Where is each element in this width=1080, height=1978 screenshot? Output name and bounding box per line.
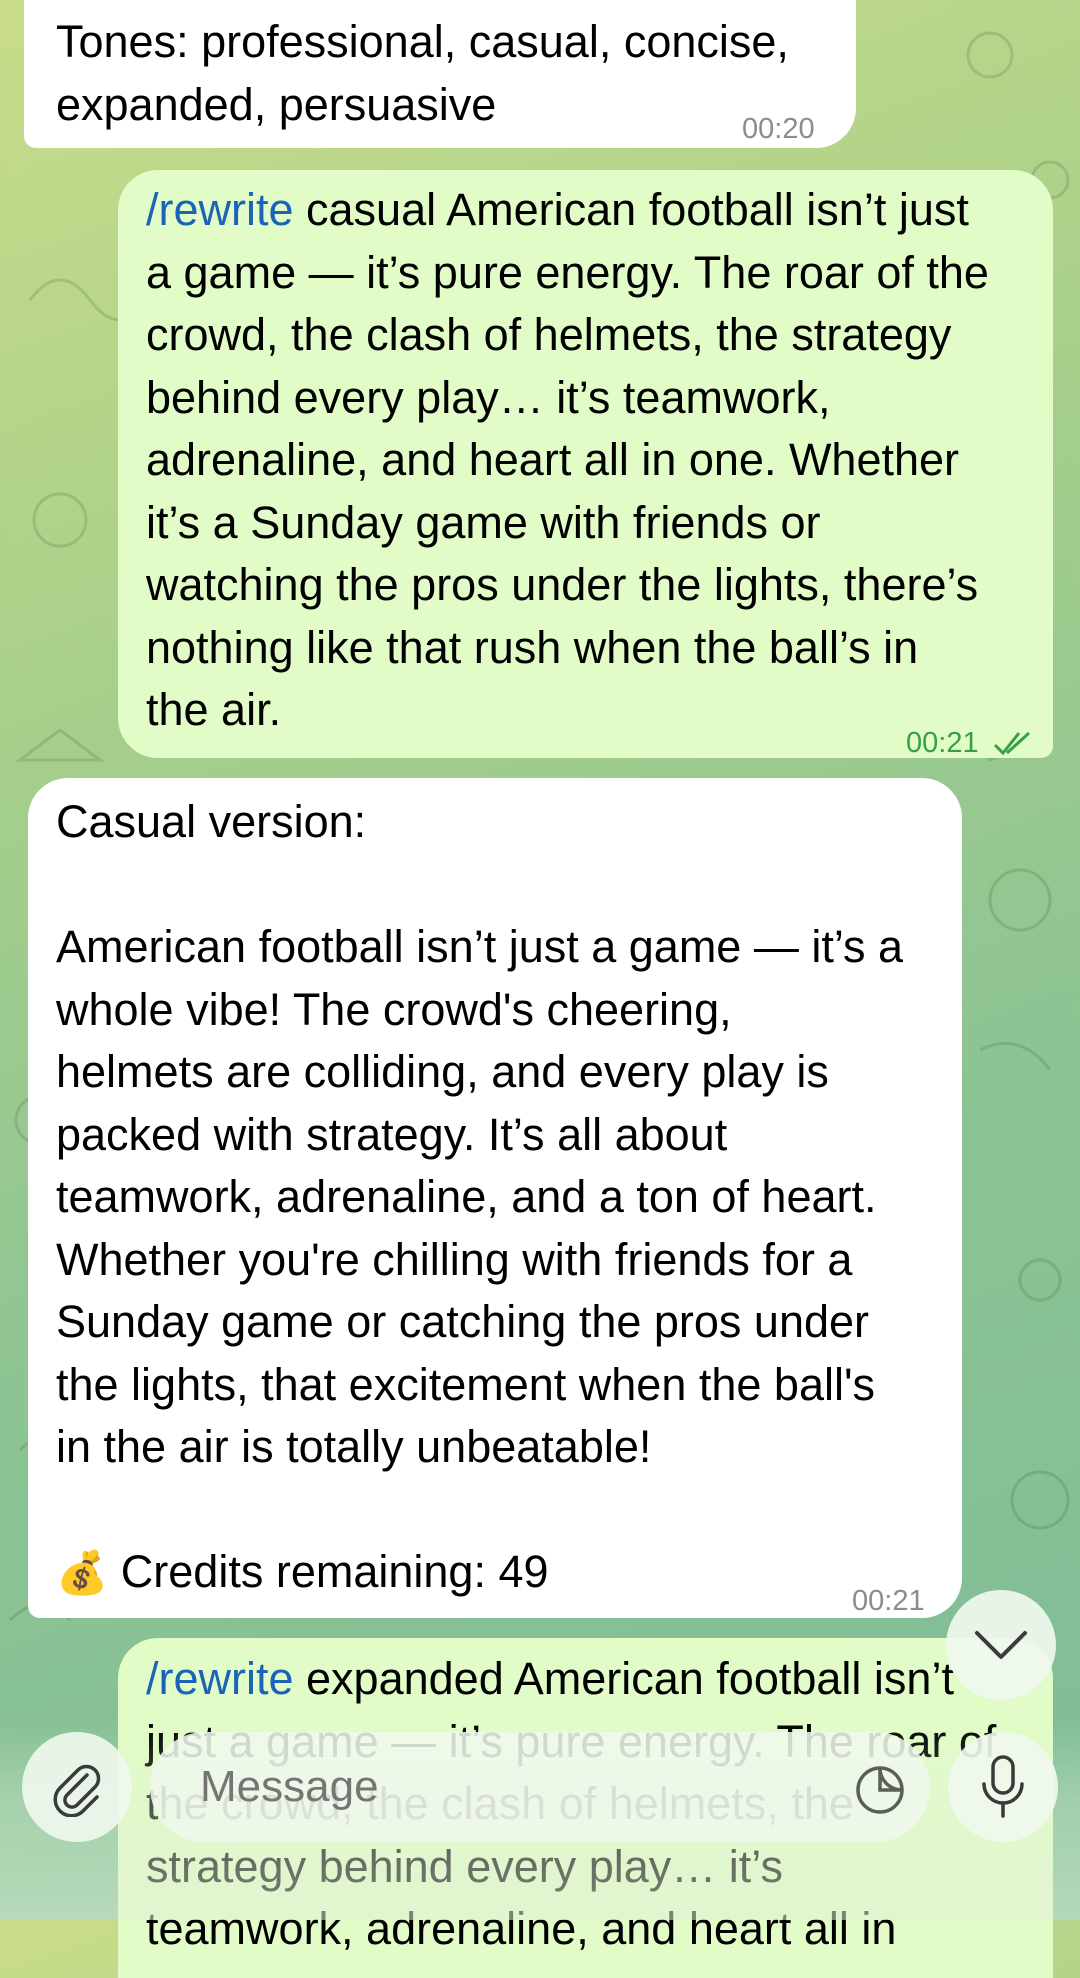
message-text: Tones: professional, casual, concise, ex…	[56, 16, 789, 130]
message-time-status: 00:21	[906, 712, 1033, 775]
message-input[interactable]	[150, 1732, 930, 1842]
incoming-message-bubble[interactable]: Tones: professional, casual, concise, ex…	[24, 0, 856, 148]
scroll-to-bottom-button[interactable]	[946, 1590, 1056, 1700]
money-bag-icon: 💰	[56, 1549, 109, 1596]
read-checkmarks-icon	[993, 732, 1030, 756]
chevron-down-icon	[975, 1631, 1027, 1659]
attach-button[interactable]	[22, 1732, 132, 1842]
sticker-button[interactable]	[850, 1760, 910, 1820]
message-text: Casual version: American football isn’t …	[56, 796, 904, 1472]
message-time: 00:21	[906, 727, 979, 759]
incoming-message-bubble[interactable]: Casual version: American football isn’t …	[28, 778, 962, 1618]
rewrite-command-link[interactable]: /rewrite	[146, 1653, 294, 1704]
outgoing-message-bubble[interactable]: /rewrite casual American football isn’t …	[118, 170, 1053, 759]
rewrite-command-link[interactable]: /rewrite	[146, 184, 294, 235]
sticker-icon	[856, 1766, 904, 1814]
microphone-icon	[982, 1755, 1024, 1818]
message-time: 00:20	[742, 113, 815, 145]
voice-record-button[interactable]	[948, 1732, 1058, 1842]
message-time: 00:21	[852, 1585, 925, 1617]
paperclip-icon	[53, 1764, 101, 1817]
credits-line: 💰 Credits remaining: 49	[56, 1541, 932, 1605]
credits-remaining: Credits remaining: 49	[108, 1546, 549, 1597]
message-text: /rewrite casual American football isn’t …	[146, 184, 989, 735]
